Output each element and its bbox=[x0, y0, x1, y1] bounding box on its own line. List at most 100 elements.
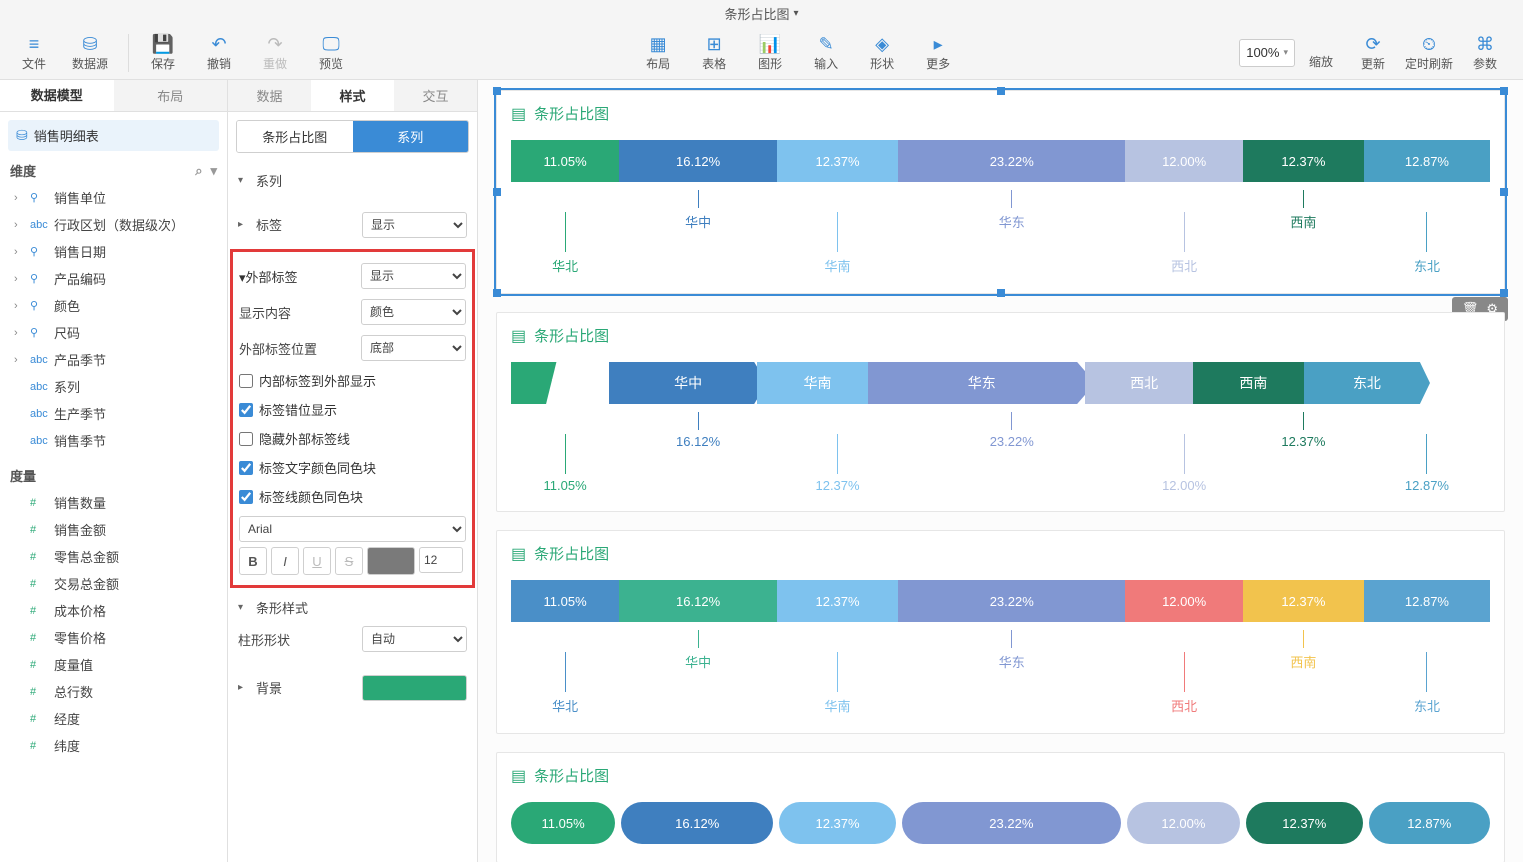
arrow-segment[interactable]: 西北 bbox=[1085, 362, 1202, 404]
dimension-item[interactable]: abc销售季节 bbox=[6, 427, 221, 454]
dimension-item[interactable]: ›abc行政区划（数据级次） bbox=[6, 211, 221, 238]
measure-item[interactable]: #经度 bbox=[6, 705, 221, 732]
dimension-item[interactable]: ›⚲尺码 bbox=[6, 319, 221, 346]
more-button[interactable]: ▸更多 bbox=[912, 29, 964, 77]
measure-item[interactable]: #成本价格 bbox=[6, 597, 221, 624]
resize-handle[interactable] bbox=[1500, 87, 1508, 95]
font-color-swatch[interactable] bbox=[367, 547, 415, 575]
cb-line-match[interactable]: 标签线颜色同色块 bbox=[239, 482, 466, 511]
bar-segment[interactable]: 11.05% bbox=[511, 580, 619, 622]
bar-segment[interactable]: 12.37% bbox=[1243, 140, 1364, 182]
bar-segment[interactable]: 12.87% bbox=[1364, 580, 1490, 622]
pill-segment[interactable]: 12.37% bbox=[779, 802, 896, 844]
dimension-item[interactable]: ›⚲销售单位 bbox=[6, 184, 221, 211]
save-button[interactable]: 💾保存 bbox=[137, 29, 189, 77]
strike-button[interactable]: S bbox=[335, 547, 363, 575]
resize-handle[interactable] bbox=[493, 289, 501, 297]
preview-button[interactable]: 🖵预览 bbox=[305, 29, 357, 77]
measure-item[interactable]: #交易总金额 bbox=[6, 570, 221, 597]
tab-interact[interactable]: 交互 bbox=[394, 80, 477, 111]
outer-label-visibility-select[interactable]: 显示 bbox=[361, 263, 466, 289]
input-button[interactable]: ✎输入 bbox=[800, 29, 852, 77]
bar-segment[interactable]: 12.00% bbox=[1125, 140, 1242, 182]
pill-segment[interactable]: 12.87% bbox=[1369, 802, 1490, 844]
bar-segment[interactable]: 23.22% bbox=[898, 140, 1125, 182]
resize-handle[interactable] bbox=[997, 289, 1005, 297]
chart-card[interactable]: ▤条形占比图 华北 华中 华南 华东 西北 西南 东北11.05%16.12%1… bbox=[496, 312, 1505, 512]
resize-handle[interactable] bbox=[997, 87, 1005, 95]
measure-item[interactable]: #销售数量 bbox=[6, 489, 221, 516]
table-button[interactable]: ⊞表格 bbox=[688, 29, 740, 77]
arrow-segment[interactable]: 华南 bbox=[757, 362, 878, 404]
chart-button[interactable]: 📊图形 bbox=[744, 29, 796, 77]
arrow-segment[interactable]: 华中 bbox=[609, 362, 767, 404]
search-icon[interactable]: ⌕ bbox=[195, 163, 202, 179]
position-select[interactable]: 底部 bbox=[361, 335, 466, 361]
dimension-item[interactable]: ›abc产品季节 bbox=[6, 346, 221, 373]
resize-handle[interactable] bbox=[1500, 289, 1508, 297]
tab-layout[interactable]: 布局 bbox=[114, 80, 228, 111]
subtab-series[interactable]: 系列 bbox=[353, 121, 469, 152]
pill-segment[interactable]: 16.12% bbox=[621, 802, 773, 844]
underline-button[interactable]: U bbox=[303, 547, 331, 575]
chart-card[interactable]: ▤条形占比图11.05%16.12%12.37%23.22%12.00%12.3… bbox=[496, 752, 1505, 862]
tab-style[interactable]: 样式 bbox=[311, 80, 394, 111]
tab-data-model[interactable]: 数据模型 bbox=[0, 80, 114, 111]
arrow-segment[interactable]: 华东 bbox=[868, 362, 1095, 404]
chart-card[interactable]: ▤条形占比图11.05%16.12%12.37%23.22%12.00%12.3… bbox=[496, 90, 1505, 294]
label-visibility-select[interactable]: 显示 bbox=[362, 212, 467, 238]
resize-handle[interactable] bbox=[1500, 188, 1508, 196]
measure-item[interactable]: #纬度 bbox=[6, 732, 221, 759]
arrow-segment[interactable]: 华北 bbox=[511, 362, 619, 404]
bar-segment[interactable]: 12.37% bbox=[1243, 580, 1364, 622]
document-title[interactable]: 条形占比图 bbox=[724, 4, 789, 23]
bar-segment[interactable]: 12.87% bbox=[1364, 140, 1490, 182]
dimension-item[interactable]: ›⚲颜色 bbox=[6, 292, 221, 319]
datasource-item[interactable]: ⛁ 销售明细表 bbox=[8, 120, 219, 151]
arrow-segment[interactable]: 东北 bbox=[1304, 362, 1430, 404]
redo-button[interactable]: ↷重做 bbox=[249, 29, 301, 77]
bar-segment[interactable]: 11.05% bbox=[511, 140, 619, 182]
dimension-item[interactable]: ›⚲产品编码 bbox=[6, 265, 221, 292]
bar-segment[interactable]: 12.00% bbox=[1125, 580, 1242, 622]
measure-item[interactable]: #度量值 bbox=[6, 651, 221, 678]
chevron-down-icon[interactable]: ▾ bbox=[210, 163, 217, 179]
measure-item[interactable]: #销售金额 bbox=[6, 516, 221, 543]
bar-segment[interactable]: 16.12% bbox=[619, 140, 777, 182]
cb-hide-line[interactable]: 隐藏外部标签线 bbox=[239, 424, 466, 453]
cb-stagger[interactable]: 标签错位显示 bbox=[239, 395, 466, 424]
refresh-button[interactable]: ⟳更新 bbox=[1347, 29, 1399, 77]
bar-segment[interactable]: 23.22% bbox=[898, 580, 1125, 622]
canvas[interactable]: ▤条形占比图11.05%16.12%12.37%23.22%12.00%12.3… bbox=[478, 80, 1523, 862]
chart-card[interactable]: ▤条形占比图11.05%16.12%12.37%23.22%12.00%12.3… bbox=[496, 530, 1505, 734]
background-color-swatch[interactable] bbox=[362, 675, 467, 701]
params-button[interactable]: ⌘参数 bbox=[1459, 29, 1511, 77]
section-background[interactable]: ▸背景 bbox=[238, 674, 354, 701]
datasource-button[interactable]: ⛁数据源 bbox=[64, 29, 116, 77]
content-select[interactable]: 颜色 bbox=[361, 299, 466, 325]
measure-item[interactable]: #零售价格 bbox=[6, 624, 221, 651]
undo-button[interactable]: ↶撤销 bbox=[193, 29, 245, 77]
cb-text-match[interactable]: 标签文字颜色同色块 bbox=[239, 453, 466, 482]
subtab-chart[interactable]: 条形占比图 bbox=[237, 121, 353, 152]
bar-shape-select[interactable]: 自动 bbox=[362, 626, 467, 652]
bold-button[interactable]: B bbox=[239, 547, 267, 575]
italic-button[interactable]: I bbox=[271, 547, 299, 575]
resize-handle[interactable] bbox=[493, 87, 501, 95]
section-bar-style[interactable]: ▾条形样式 bbox=[238, 594, 467, 621]
pill-segment[interactable]: 12.37% bbox=[1246, 802, 1363, 844]
font-family-select[interactable]: Arial bbox=[239, 516, 466, 542]
pill-segment[interactable]: 23.22% bbox=[902, 802, 1121, 844]
shape-button[interactable]: ◈形状 bbox=[856, 29, 908, 77]
cb-inner-to-outer[interactable]: 内部标签到外部显示 bbox=[239, 366, 466, 395]
arrow-segment[interactable]: 西南 bbox=[1193, 362, 1314, 404]
resize-handle[interactable] bbox=[493, 188, 501, 196]
section-outer-label[interactable]: ▾外部标签 bbox=[239, 267, 353, 286]
dimension-item[interactable]: ›⚲销售日期 bbox=[6, 238, 221, 265]
font-size-input[interactable] bbox=[419, 547, 463, 573]
bar-segment[interactable]: 12.37% bbox=[777, 580, 898, 622]
autorefresh-button[interactable]: ⏲定时刷新 bbox=[1403, 29, 1455, 77]
bar-segment[interactable]: 12.37% bbox=[777, 140, 898, 182]
tab-data[interactable]: 数据 bbox=[228, 80, 311, 111]
dimension-item[interactable]: abc生产季节 bbox=[6, 400, 221, 427]
